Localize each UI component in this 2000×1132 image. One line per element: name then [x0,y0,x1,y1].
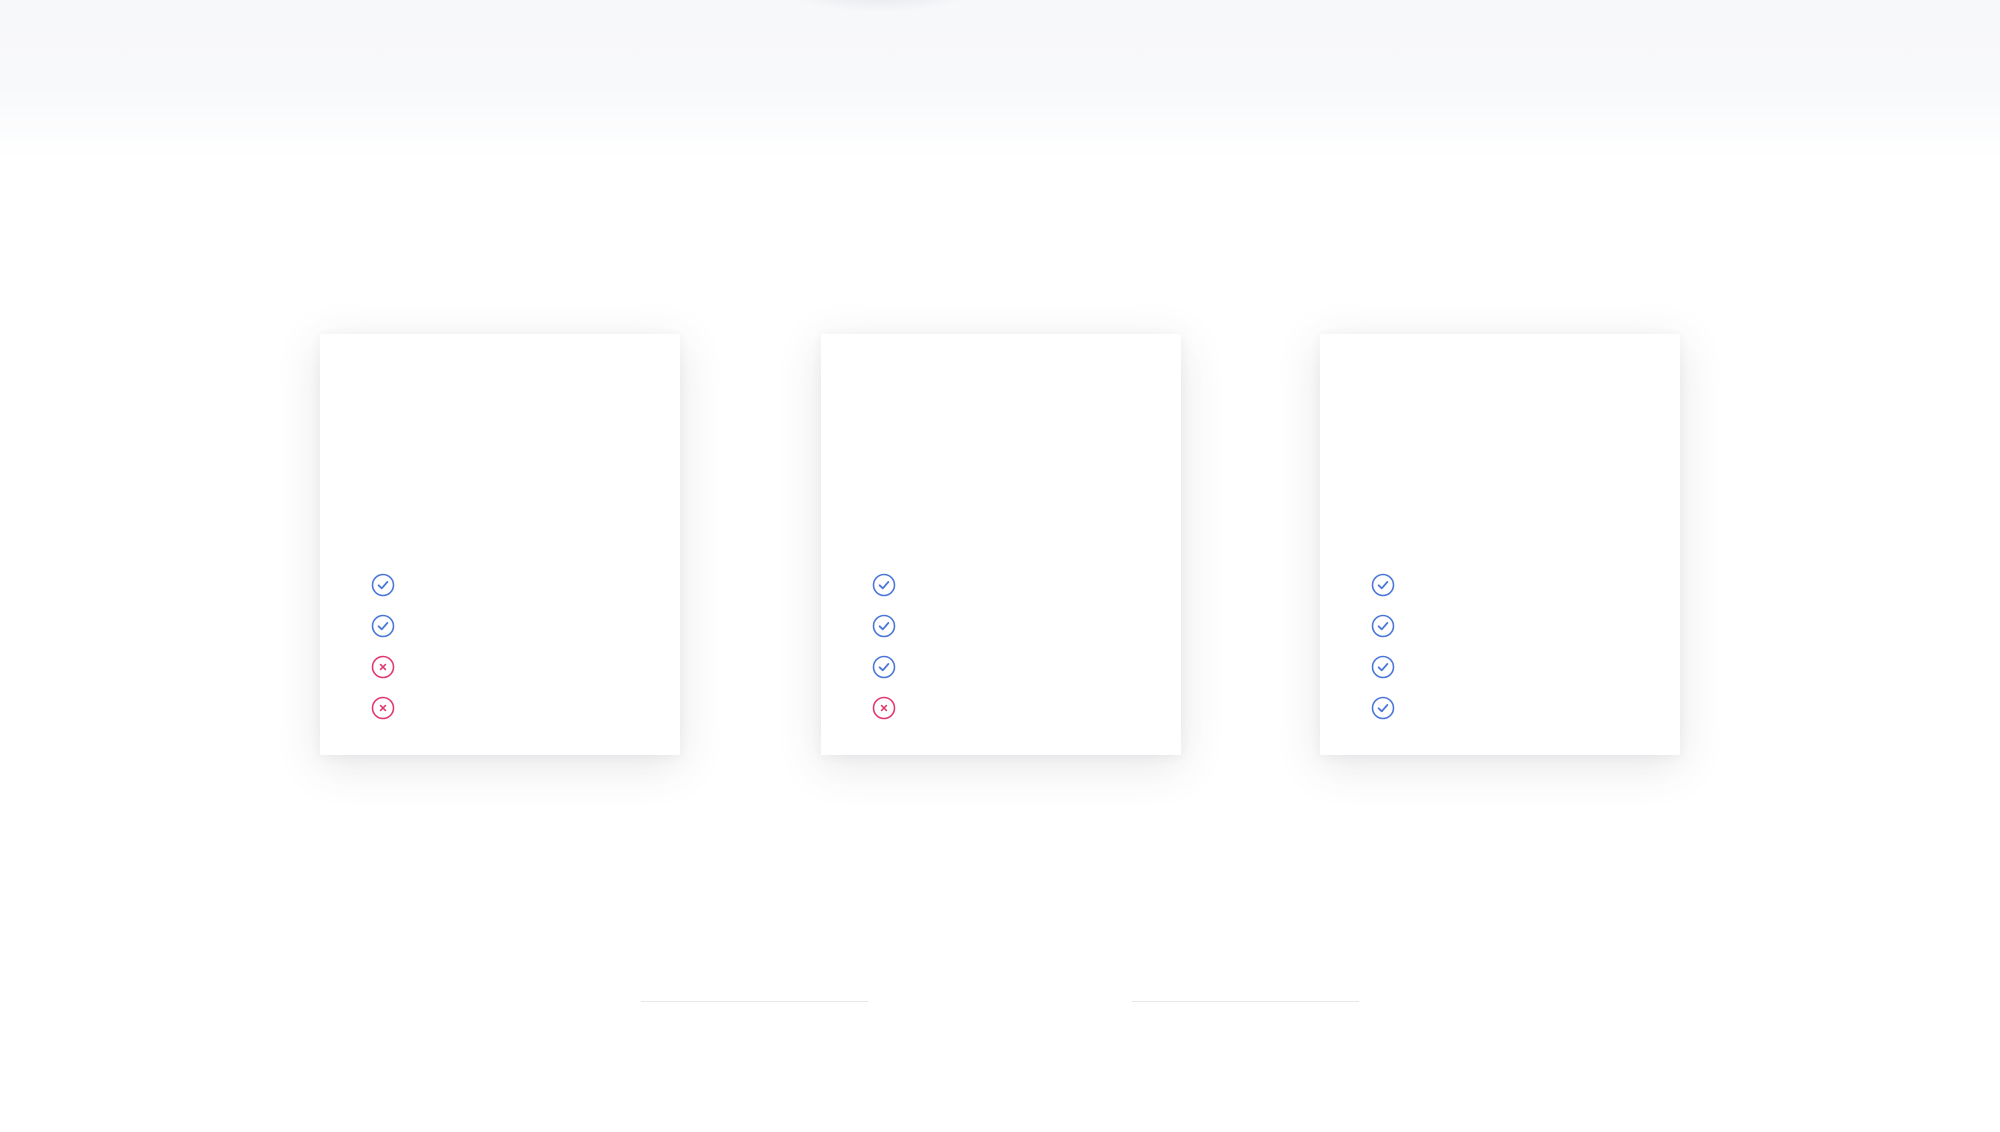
feature-item [1371,605,1409,646]
x-circle-icon [371,655,395,678]
divider-right [1132,1001,1359,1002]
feature-item [371,564,409,605]
top-section-background [0,0,2000,160]
feature-item [1371,564,1409,605]
check-circle-icon [872,573,896,596]
feature-item [1371,646,1409,687]
feature-list [1371,564,1409,728]
pricing-card-3 [1320,334,1680,755]
feature-item [872,687,910,728]
feature-item [872,605,910,646]
feature-list [872,564,910,728]
check-circle-icon [1371,696,1395,719]
check-circle-icon [1371,614,1395,637]
check-circle-icon [872,614,896,637]
feature-item [872,646,910,687]
feature-item [371,687,409,728]
pricing-card-2 [821,334,1181,755]
check-circle-icon [371,614,395,637]
check-circle-icon [1371,655,1395,678]
x-circle-icon [371,696,395,719]
check-circle-icon [1371,573,1395,596]
feature-item [1371,687,1409,728]
feature-list [371,564,409,728]
pricing-card-1 [320,334,680,755]
check-circle-icon [371,573,395,596]
divider-left [641,1001,868,1002]
feature-item [371,646,409,687]
check-circle-icon [872,655,896,678]
feature-item [872,564,910,605]
feature-item [371,605,409,646]
x-circle-icon [872,696,896,719]
